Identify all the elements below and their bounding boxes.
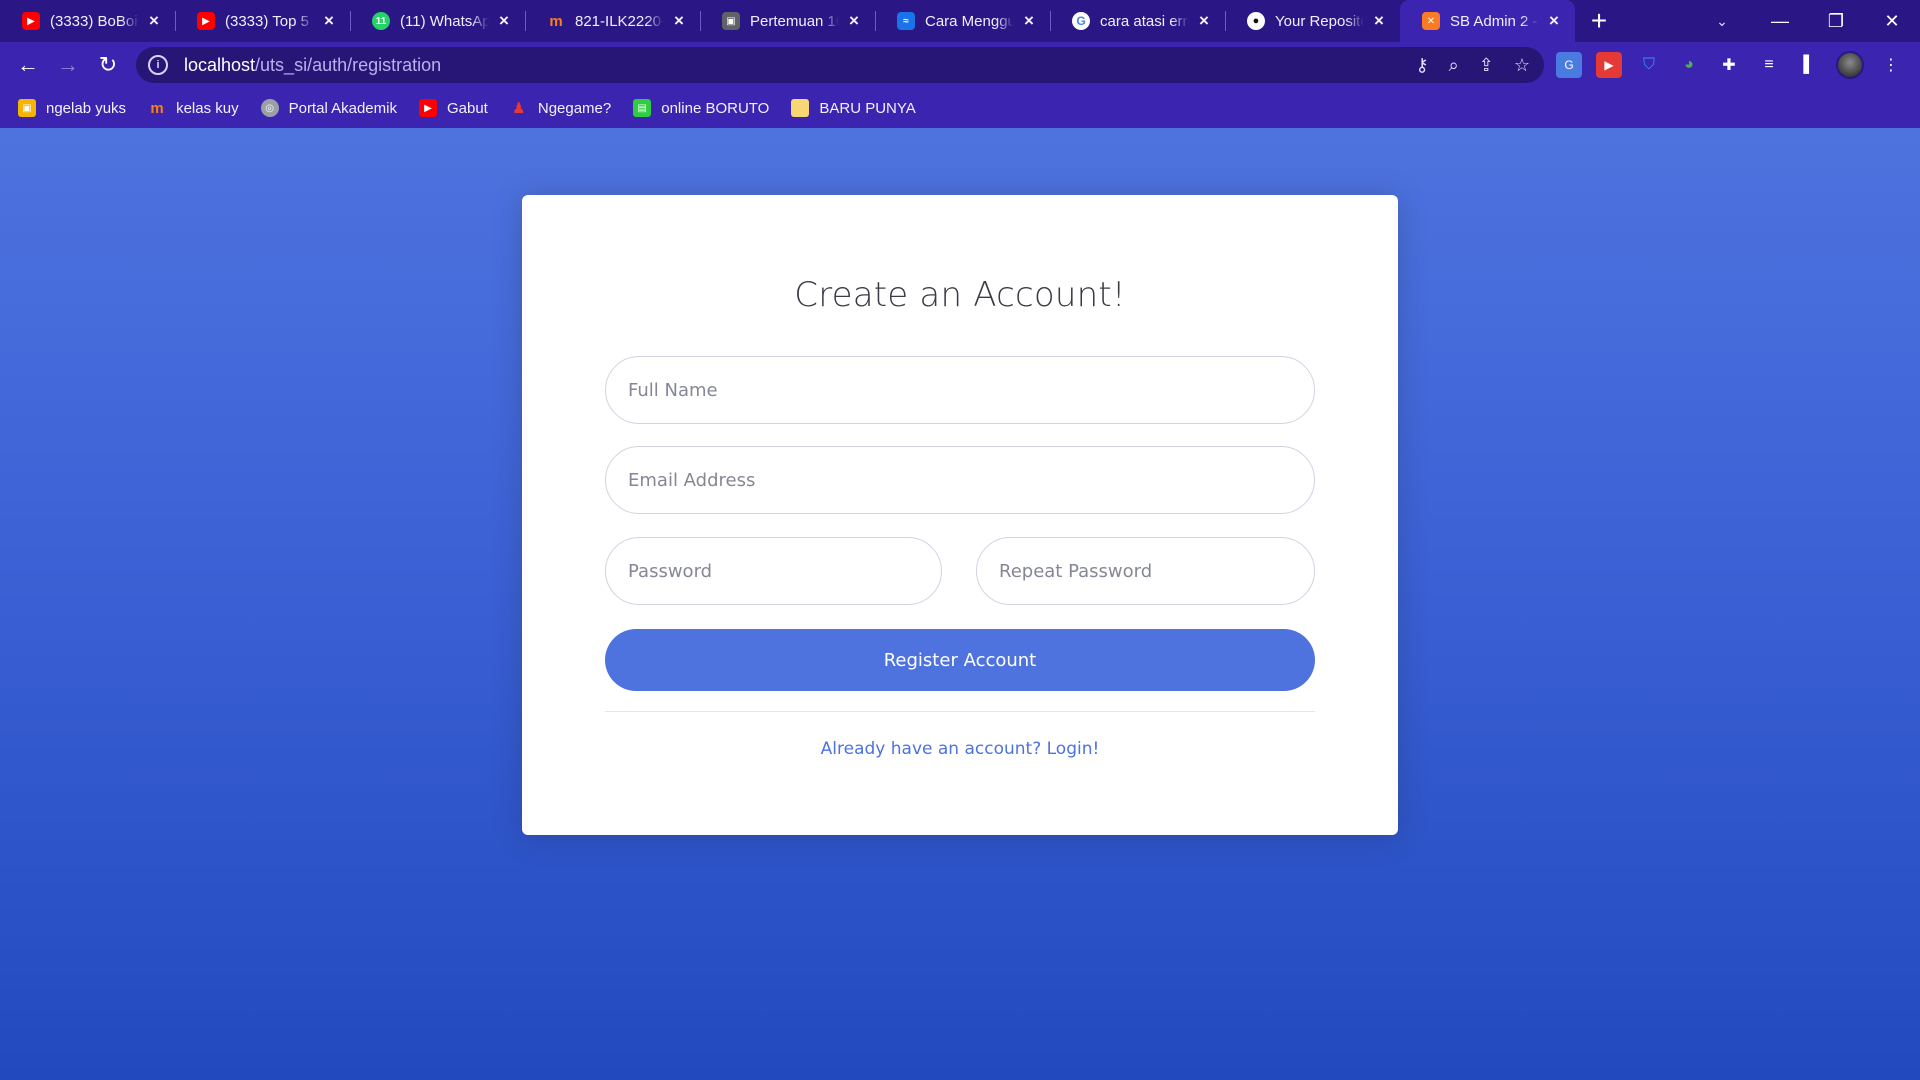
media-control-icon[interactable]: ≡ (1756, 52, 1782, 78)
globe-icon: ◎ (260, 99, 279, 117)
classroom-icon: ▣ (18, 99, 36, 117)
tab-cara-menggunakan[interactable]: ≈ Cara Menggunakan × (875, 0, 1050, 42)
browser-toolbar: ← → ↻ i localhost/uts_si/auth/registrati… (0, 42, 1920, 88)
classroom-icon: ▣ (722, 12, 740, 30)
forward-icon[interactable]: → (48, 45, 88, 85)
minimize-icon[interactable]: — (1752, 0, 1808, 42)
register-button[interactable]: Register Account (605, 629, 1315, 691)
divider (605, 711, 1315, 712)
moodle-icon: m (150, 99, 164, 117)
tab-title: cara atasi error (1100, 12, 1189, 30)
tab-youtube-top5[interactable]: ▶ (3333) Top 5 of × (175, 0, 350, 42)
repeat-password-input[interactable]: Repeat Password (976, 537, 1315, 605)
registration-card: Create an Account! Full Name Email Addre… (522, 195, 1398, 835)
key-icon[interactable]: ⚷ (1415, 55, 1428, 76)
tab-title: (11) WhatsApp (400, 12, 489, 30)
tab-sb-admin[interactable]: ✕ SB Admin 2 - Register × (1400, 0, 1575, 42)
game-icon: ♟ (512, 100, 526, 117)
password-input[interactable]: Password (605, 537, 942, 605)
menu-icon[interactable]: ⋮ (1878, 52, 1904, 78)
info-icon[interactable]: i (148, 55, 168, 75)
tab-whatsapp[interactable]: 11 (11) WhatsApp × (350, 0, 525, 42)
url-path: /uts_si/auth/registration (255, 54, 442, 75)
tab-moodle-course[interactable]: m 821-ILK2220-C × (525, 0, 700, 42)
tab-title: Your Repositories (1275, 12, 1364, 30)
close-icon[interactable]: × (1020, 11, 1038, 30)
bookmark-gabut[interactable]: ▶ Gabut (418, 99, 488, 117)
tv-icon: ▤ (633, 99, 652, 117)
youtube-icon: ▶ (22, 12, 40, 30)
url-host: localhost (184, 54, 256, 75)
tab-title: (3333) Top 5 of (225, 12, 314, 30)
whatsapp-icon: 11 (372, 12, 390, 30)
profile-avatar[interactable] (1836, 51, 1864, 79)
new-tab-button[interactable]: + (1575, 0, 1623, 42)
close-icon[interactable]: × (320, 11, 338, 30)
url-text[interactable]: localhost/uts_si/auth/registration (184, 55, 441, 76)
login-link[interactable]: Already have an account? Login! (522, 739, 1398, 759)
omnibox-actions: ⚷ ⌕ ⇪ ☆ (1415, 47, 1530, 83)
tab-google-search[interactable]: G cara atasi error × (1050, 0, 1225, 42)
bookmark-label: kelas kuy (176, 99, 239, 117)
tab-title: Pertemuan 10 (750, 12, 839, 30)
close-icon[interactable]: × (845, 11, 863, 30)
page-background: Create an Account! Full Name Email Addre… (0, 128, 1920, 1080)
close-icon[interactable]: × (495, 11, 513, 30)
reload-icon[interactable]: ↻ (88, 45, 128, 85)
bookmark-baru-punya[interactable]: BARU PUNYA (791, 99, 916, 117)
shield-icon[interactable]: ⛉ (1636, 52, 1662, 78)
close-icon[interactable]: × (1195, 11, 1213, 30)
docs-icon: ≈ (897, 12, 915, 30)
window-controls: ⌄ — ❐ ✕ (1692, 0, 1920, 42)
bookmarks-bar: ▣ ngelab yuks m kelas kuy ◎ Portal Akade… (0, 88, 1920, 128)
colorful-extension-icon[interactable]: ◕ (1676, 52, 1702, 78)
back-icon[interactable]: ← (8, 45, 48, 85)
tab-title: 821-ILK2220-C (575, 12, 664, 30)
chevron-down-icon[interactable]: ⌄ (1692, 0, 1752, 42)
tab-pertemuan[interactable]: ▣ Pertemuan 10 × (700, 0, 875, 42)
folder-icon (791, 99, 810, 117)
close-icon[interactable]: × (670, 11, 688, 30)
side-panel-icon[interactable]: ▌ (1796, 52, 1822, 78)
address-bar[interactable]: i localhost/uts_si/auth/registration ⚷ ⌕… (136, 47, 1544, 83)
puzzle-icon[interactable]: ✚ (1716, 52, 1742, 78)
tab-title: SB Admin 2 - Register (1450, 12, 1539, 30)
bookmark-label: Gabut (446, 99, 488, 117)
youtube-icon: ▶ (197, 12, 215, 30)
bookmark-label: Portal Akademik (288, 99, 397, 117)
xampp-icon: ✕ (1422, 12, 1440, 30)
bookmark-kelas-kuy[interactable]: m kelas kuy (148, 99, 239, 117)
close-icon[interactable]: × (145, 11, 163, 30)
extension-red-icon[interactable]: ▶ (1596, 52, 1622, 78)
tab-youtube-boboiboy[interactable]: ▶ (3333) BoBoiBoy × (0, 0, 175, 42)
email-input[interactable]: Email Address (605, 446, 1315, 514)
star-icon[interactable]: ☆ (1514, 55, 1530, 76)
tab-title: Cara Menggunakan (925, 12, 1014, 30)
youtube-icon: ▶ (418, 99, 437, 117)
tab-strip: ▶ (3333) BoBoiBoy × ▶ (3333) Top 5 of × … (0, 0, 1920, 42)
zoom-icon[interactable]: ⌕ (1449, 55, 1459, 76)
tab-github[interactable]: ● Your Repositories × (1225, 0, 1400, 42)
extensions-area: G ▶ ⛉ ◕ ✚ ≡ ▌ ⋮ (1556, 42, 1904, 88)
bookmark-online-boruto[interactable]: ▤ online BORUTO (633, 99, 769, 117)
close-icon[interactable]: × (1545, 11, 1563, 30)
google-icon: G (1072, 12, 1090, 30)
github-icon: ● (1247, 12, 1265, 30)
moodle-icon: m (549, 12, 563, 30)
close-icon[interactable]: × (1370, 11, 1388, 30)
bookmark-label: Ngegame? (537, 99, 612, 117)
full-name-input[interactable]: Full Name (605, 356, 1315, 424)
bookmark-label: online BORUTO (661, 99, 770, 117)
bookmark-ngegame[interactable]: ♟ Ngegame? (510, 99, 612, 118)
share-icon[interactable]: ⇪ (1479, 55, 1494, 76)
restore-icon[interactable]: ❐ (1808, 0, 1864, 42)
tab-title: (3333) BoBoiBoy (50, 12, 139, 30)
bookmark-label: BARU PUNYA (819, 99, 916, 117)
page-title: Create an Account! (794, 275, 1126, 315)
close-window-icon[interactable]: ✕ (1864, 0, 1920, 42)
bookmark-portal-akademik[interactable]: ◎ Portal Akademik (260, 99, 397, 117)
bookmark-ngelab-yuks[interactable]: ▣ ngelab yuks (18, 99, 126, 117)
bookmark-label: ngelab yuks (46, 99, 127, 117)
translate-icon[interactable]: G (1556, 52, 1582, 78)
